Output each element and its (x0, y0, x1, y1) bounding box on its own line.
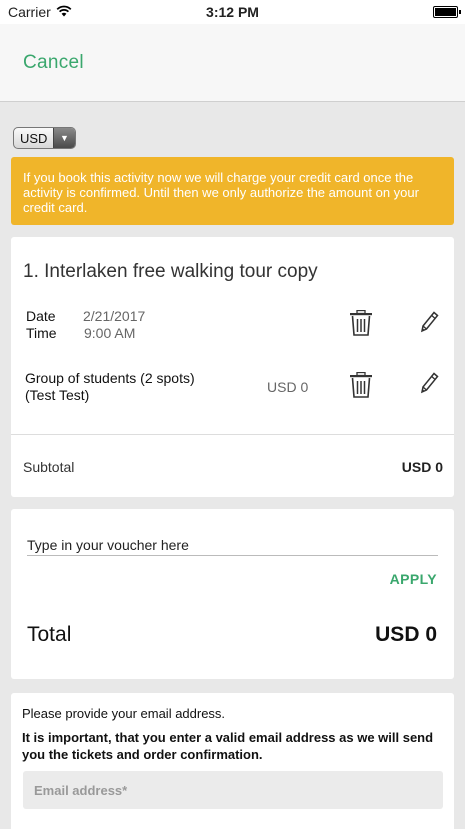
pencil-icon[interactable] (419, 310, 445, 336)
trash-icon[interactable] (349, 371, 375, 398)
currency-selector[interactable]: USD ▼ (13, 127, 76, 149)
email-prompt: Please provide your email address. (22, 706, 226, 721)
status-bar: Carrier 3:12 PM (0, 0, 465, 24)
payment-notice: If you book this activity now we will ch… (11, 157, 454, 225)
ticket-group-name: (Test Test) (25, 387, 90, 403)
voucher-card: APPLY Total USD 0 (11, 509, 454, 679)
battery-icon (433, 6, 461, 18)
total-label: Total (27, 623, 72, 646)
total-value: USD 0 (375, 623, 437, 646)
tour-title: 1. Interlaken free walking tour copy (23, 261, 318, 282)
pencil-icon[interactable] (419, 371, 445, 397)
divider (11, 434, 454, 435)
time-value: 9:00 AM (84, 325, 136, 341)
currency-value: USD (20, 130, 48, 146)
navigation-bar: Cancel (0, 24, 465, 102)
clock: 3:12 PM (206, 4, 259, 20)
email-card: Please provide your email address. It is… (11, 693, 454, 829)
date-label: Date (26, 308, 56, 324)
cancel-button[interactable]: Cancel (23, 52, 84, 74)
ticket-price: USD 0 (267, 379, 309, 395)
email-field[interactable] (23, 771, 443, 809)
subtotal-value: USD 0 (401, 459, 443, 475)
trash-icon[interactable] (349, 309, 375, 336)
date-value: 2/21/2017 (83, 308, 146, 324)
ticket-group-label: Group of students (2 spots) (25, 370, 195, 386)
dropdown-arrow-icon: ▼ (53, 128, 75, 148)
subtotal-label: Subtotal (23, 459, 75, 475)
email-note: It is important, that you enter a valid … (22, 730, 434, 762)
apply-button[interactable]: APPLY (390, 571, 437, 587)
voucher-input[interactable] (27, 534, 438, 556)
time-label: Time (26, 325, 57, 341)
booking-card: 1. Interlaken free walking tour copy Dat… (11, 237, 454, 497)
